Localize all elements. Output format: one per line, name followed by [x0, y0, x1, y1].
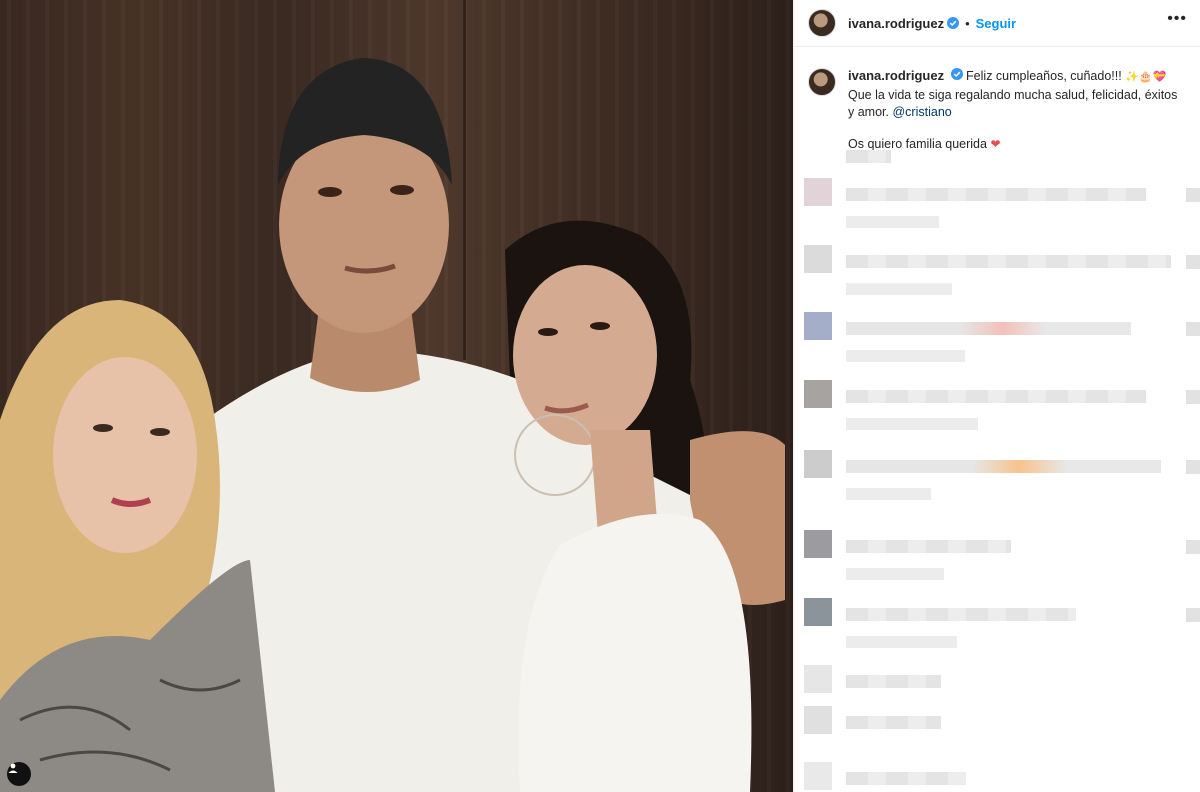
redacted-avatar [804, 245, 832, 273]
post-photo[interactable] [0, 0, 793, 792]
redacted-like-icon [1186, 255, 1200, 269]
redacted-comment-line [846, 322, 1131, 335]
redacted-comment-meta [846, 216, 939, 228]
tagged-users-button[interactable] [7, 762, 31, 786]
redacted-comment-meta [846, 283, 952, 295]
redacted-like-icon [1186, 540, 1200, 554]
redacted-comment-meta [846, 636, 957, 648]
redacted-comment-line [846, 188, 1146, 201]
right-woman-face [513, 265, 657, 445]
redacted-comment-meta [846, 350, 965, 362]
redacted-avatar [804, 380, 832, 408]
redacted-like-icon [1186, 322, 1200, 336]
redacted-avatar [804, 762, 832, 790]
heart-icon: ❤ [990, 136, 1001, 151]
post-sidebar: ivana.rodriguez • Seguir ••• ivana.rodri… [793, 0, 1200, 792]
redacted-comment-line [846, 540, 1011, 553]
redacted-avatar [804, 178, 832, 206]
redacted-comment-line [846, 460, 1161, 473]
caption-avatar[interactable] [808, 68, 836, 96]
caption-username[interactable]: ivana.rodriguez [848, 68, 944, 83]
redacted-comment-line [846, 255, 1171, 268]
redacted-avatar [804, 706, 832, 734]
caption-emojis: ✨🎂💝 [1125, 71, 1167, 83]
caption-line1: Feliz cumpleaños, cuñado!!! [966, 69, 1122, 83]
redacted-comment-line [846, 772, 966, 785]
mention-link[interactable]: @cristiano [892, 105, 951, 119]
post-header: ivana.rodriguez • Seguir ••• [794, 0, 1200, 47]
redacted-like-icon [1186, 188, 1200, 202]
redacted-comment-meta [846, 568, 944, 580]
redacted-avatar [804, 598, 832, 626]
redacted-comment-line [846, 716, 941, 729]
verified-badge-icon [947, 17, 960, 29]
redacted-comment-meta [846, 488, 931, 500]
photo-illustration [0, 58, 785, 792]
redacted-comment-line [846, 390, 1146, 403]
more-options-icon[interactable]: ••• [1167, 11, 1187, 27]
redacted-like-icon [1186, 390, 1200, 404]
redacted-like-icon [1186, 608, 1200, 622]
post-caption: ivana.rodriguez Feliz cumpleaños, cuñado… [794, 47, 1200, 153]
user-icon [8, 763, 18, 773]
redacted-avatar [804, 312, 832, 340]
redacted-comment-line [846, 608, 1076, 621]
author-username[interactable]: ivana.rodriguez [848, 16, 944, 31]
separator-dot: • [965, 15, 970, 31]
caption-verified-badge-icon [950, 68, 963, 80]
redacted-comment-line [846, 150, 891, 163]
caption-line3: Os quiero familia querida [848, 136, 987, 151]
caption-body: ivana.rodriguez Feliz cumpleaños, cuñado… [848, 67, 1187, 153]
redacted-comment-line [846, 675, 941, 688]
redacted-avatar [804, 665, 832, 693]
author-avatar[interactable] [808, 9, 836, 37]
follow-button[interactable]: Seguir [976, 16, 1016, 31]
redacted-like-icon [1186, 460, 1200, 474]
redacted-avatar [804, 450, 832, 478]
redacted-avatar [804, 530, 832, 558]
redacted-comment-meta [846, 418, 978, 430]
left-woman-face [53, 357, 197, 553]
